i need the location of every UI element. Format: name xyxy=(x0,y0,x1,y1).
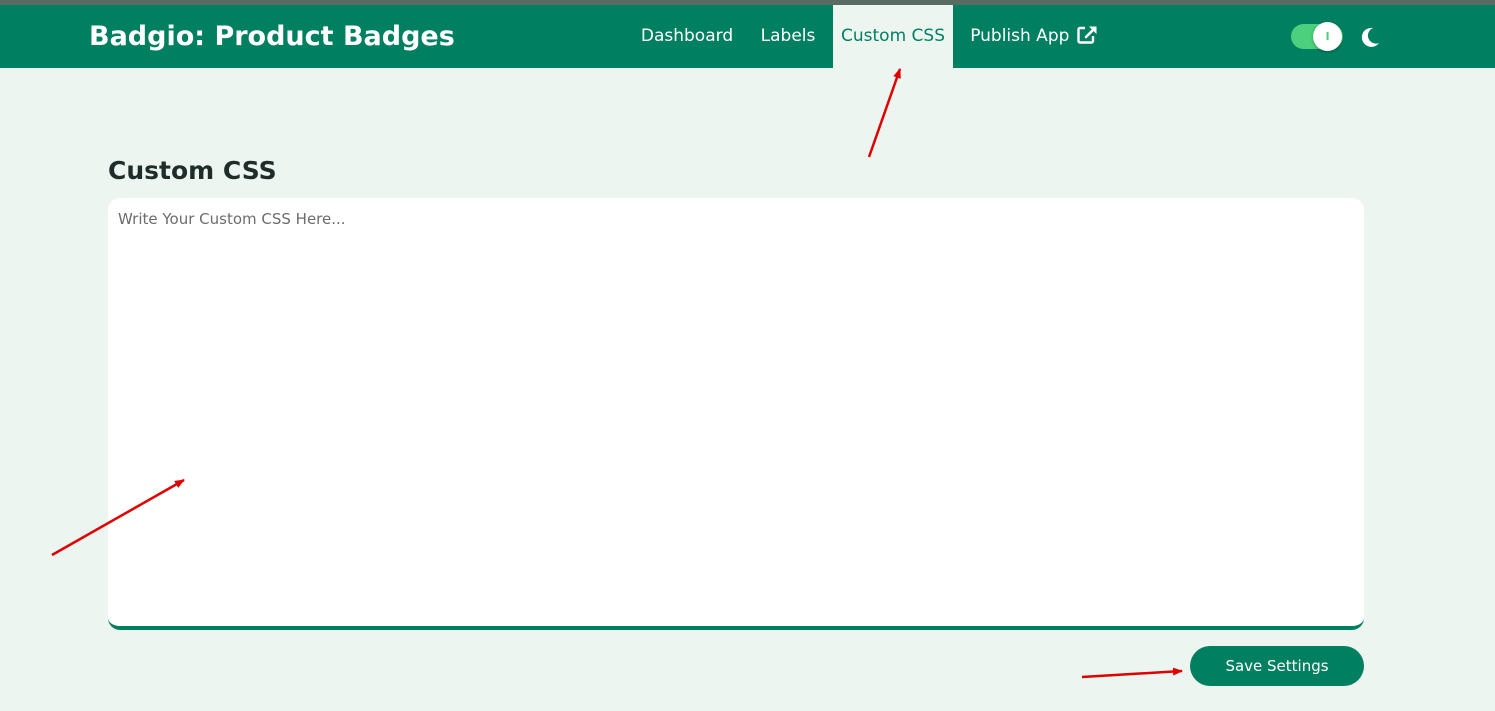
external-link-icon xyxy=(1077,26,1097,44)
page-title: Custom CSS xyxy=(108,156,277,185)
nav-item-custom-css[interactable]: Custom CSS xyxy=(833,5,953,68)
nav-item-labels[interactable]: Labels xyxy=(752,5,824,68)
top-navbar: Badgio: Product Badges Dashboard Labels … xyxy=(0,5,1495,68)
annotation-arrow-nav xyxy=(867,68,902,158)
theme-toggle-knob: I xyxy=(1313,22,1342,51)
moon-icon[interactable] xyxy=(1359,26,1381,48)
theme-toggle[interactable]: I xyxy=(1291,22,1343,51)
nav-item-publish-label: Publish App xyxy=(970,26,1070,46)
nav-item-publish-app[interactable]: Publish App xyxy=(962,5,1106,68)
custom-css-textarea[interactable] xyxy=(108,198,1364,630)
app-title: Badgio: Product Badges xyxy=(89,21,455,52)
nav-item-dashboard[interactable]: Dashboard xyxy=(632,5,742,68)
save-settings-button[interactable]: Save Settings xyxy=(1190,646,1364,686)
annotation-arrow-save xyxy=(1081,667,1183,679)
